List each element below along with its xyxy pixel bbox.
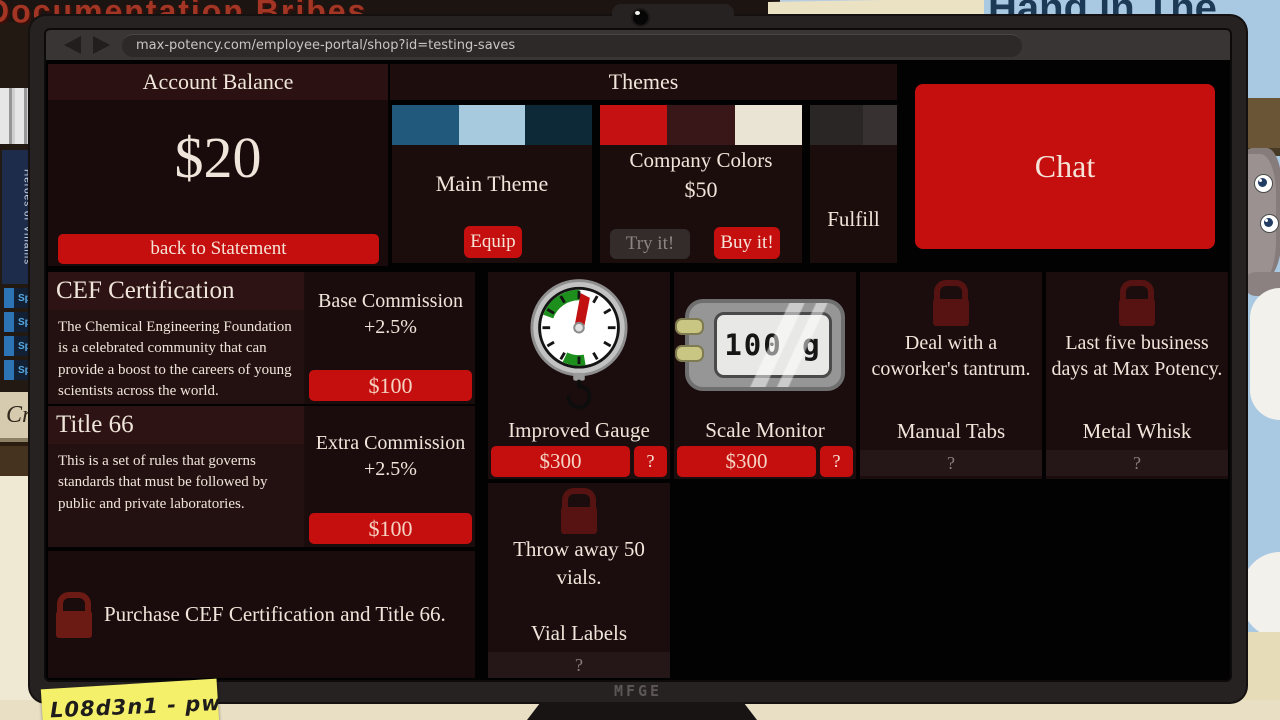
- improved-gauge-card: Improved Gauge $300 ?: [488, 272, 670, 479]
- cef-bonus-value: +2.5%: [306, 316, 475, 339]
- title66-bonus-value: +2.5%: [306, 458, 475, 481]
- metal-whisk-requirement: Last five business days at Max Potency.: [1046, 330, 1228, 383]
- equip-theme-button[interactable]: Equip: [464, 226, 522, 258]
- scale-button: [675, 318, 704, 335]
- critter-eye: [1260, 214, 1279, 233]
- theme-swatch: [525, 105, 592, 145]
- title-66-card: Title 66 This is a set of rules that gov…: [48, 406, 475, 547]
- company-colors-card: Company Colors $50 Try it! Buy it!: [600, 105, 802, 263]
- vial-labels-requirement: Throw away 50 vials.: [488, 536, 670, 591]
- buy-improved-gauge-button[interactable]: $300: [491, 446, 630, 477]
- manual-tabs-requirement: Deal with a coworker's tantrum.: [860, 330, 1042, 383]
- theme-swatch: [735, 105, 802, 145]
- improved-gauge-name: Improved Gauge: [488, 418, 670, 443]
- account-balance-card: Account Balance $20 back to Statement: [48, 64, 388, 266]
- shop-page: Account Balance $20 back to Statement Th…: [46, 60, 1230, 680]
- manual-tabs-locked-price: ?: [860, 450, 1042, 476]
- buy-scale-monitor-button[interactable]: $300: [677, 446, 816, 477]
- monitor: MFGE max-potency.com/employee-portal/sho…: [30, 16, 1246, 702]
- scale-display: 100 g: [714, 312, 832, 378]
- critter-eye: [1254, 174, 1273, 193]
- buy-title66-button[interactable]: $100: [309, 513, 472, 544]
- webcam-icon: [631, 8, 650, 27]
- lock-icon: [561, 488, 597, 534]
- monitor-stand: [527, 702, 757, 720]
- theme-swatch: [392, 105, 459, 145]
- game-scene: Heroes or Villains Spid Spid Spid Spid C…: [0, 0, 1280, 720]
- company-colors-price: $50: [600, 177, 802, 203]
- critter-chest: [1250, 288, 1280, 420]
- title66-title: Title 66: [48, 406, 304, 444]
- cef-title: CEF Certification: [48, 272, 304, 310]
- metal-whisk-card: Last five business days at Max Potency. …: [1046, 272, 1228, 479]
- chat-button[interactable]: Chat: [915, 84, 1215, 249]
- try-theme-button[interactable]: Try it!: [610, 229, 690, 259]
- vial-labels-locked-price: ?: [488, 652, 670, 678]
- title66-bonus-name: Extra Commission: [306, 432, 475, 455]
- themes-header: Themes: [390, 64, 897, 100]
- company-colors-swatches: [600, 105, 802, 145]
- manual-tabs-card: Deal with a coworker's tantrum. Manual T…: [860, 272, 1042, 479]
- metal-whisk-locked-price: ?: [1046, 450, 1228, 476]
- scale-monitor-help-button[interactable]: ?: [820, 446, 853, 477]
- lock-icon: [1119, 280, 1155, 326]
- fulfill-theme-card: Fulfill: [810, 105, 897, 263]
- account-balance-header: Account Balance: [48, 64, 388, 100]
- locked-combo-text: Purchase CEF Certification and Title 66.: [104, 602, 446, 627]
- scale-monitor-card: 100 g Scale Monitor $300 ?: [674, 272, 856, 479]
- theme-swatch: [667, 105, 734, 145]
- scale-monitor-name: Scale Monitor: [674, 418, 856, 443]
- theme-swatch: [600, 105, 667, 145]
- cef-description: The Chemical Engineering Foundation is a…: [48, 310, 304, 402]
- scale-monitor-icon: 100 g: [674, 272, 856, 418]
- screen: max-potency.com/employee-portal/shop?id=…: [44, 28, 1232, 682]
- theme-swatch: [459, 105, 526, 145]
- main-theme-swatches: [392, 105, 592, 145]
- account-balance-value: $20: [48, 124, 388, 191]
- gauge-icon: [488, 272, 670, 418]
- vial-labels-name: Vial Labels: [488, 621, 670, 646]
- theme-swatch: [863, 105, 897, 145]
- improved-gauge-help-button[interactable]: ?: [634, 446, 667, 477]
- cef-certification-card: CEF Certification The Chemical Engineeri…: [48, 272, 475, 404]
- scale-button: [675, 345, 704, 362]
- title66-description: This is a set of rules that governs stan…: [48, 444, 304, 515]
- locked-combo-banner: Purchase CEF Certification and Title 66.: [48, 551, 475, 678]
- cef-bonus-name: Base Commission: [306, 290, 475, 313]
- browser-chrome: max-potency.com/employee-portal/shop?id=…: [46, 30, 1230, 60]
- fulfill-swatches: [810, 105, 897, 145]
- manual-tabs-name: Manual Tabs: [860, 419, 1042, 444]
- back-to-statement-button[interactable]: back to Statement: [58, 234, 379, 264]
- lock-icon: [56, 592, 92, 638]
- lock-icon: [933, 280, 969, 326]
- forward-arrow-icon[interactable]: [93, 36, 110, 54]
- main-theme-label: Main Theme: [392, 171, 592, 197]
- nav-arrows: [64, 36, 110, 54]
- company-colors-label: Company Colors: [600, 148, 802, 173]
- vial-labels-card: Throw away 50 vials. Vial Labels ?: [488, 483, 670, 678]
- fulfill-theme-label: Fulfill: [810, 207, 897, 232]
- back-arrow-icon[interactable]: [64, 36, 81, 54]
- main-theme-card: Main Theme Equip: [392, 105, 592, 263]
- metal-whisk-name: Metal Whisk: [1046, 419, 1228, 444]
- url-bar[interactable]: max-potency.com/employee-portal/shop?id=…: [122, 34, 1022, 57]
- buy-theme-button[interactable]: Buy it!: [714, 227, 780, 259]
- buy-cef-button[interactable]: $100: [309, 370, 472, 401]
- sticky-note-text: L08d3n1 - pw: [50, 691, 222, 720]
- theme-swatch: [810, 105, 863, 145]
- snow-blob: [1242, 552, 1280, 638]
